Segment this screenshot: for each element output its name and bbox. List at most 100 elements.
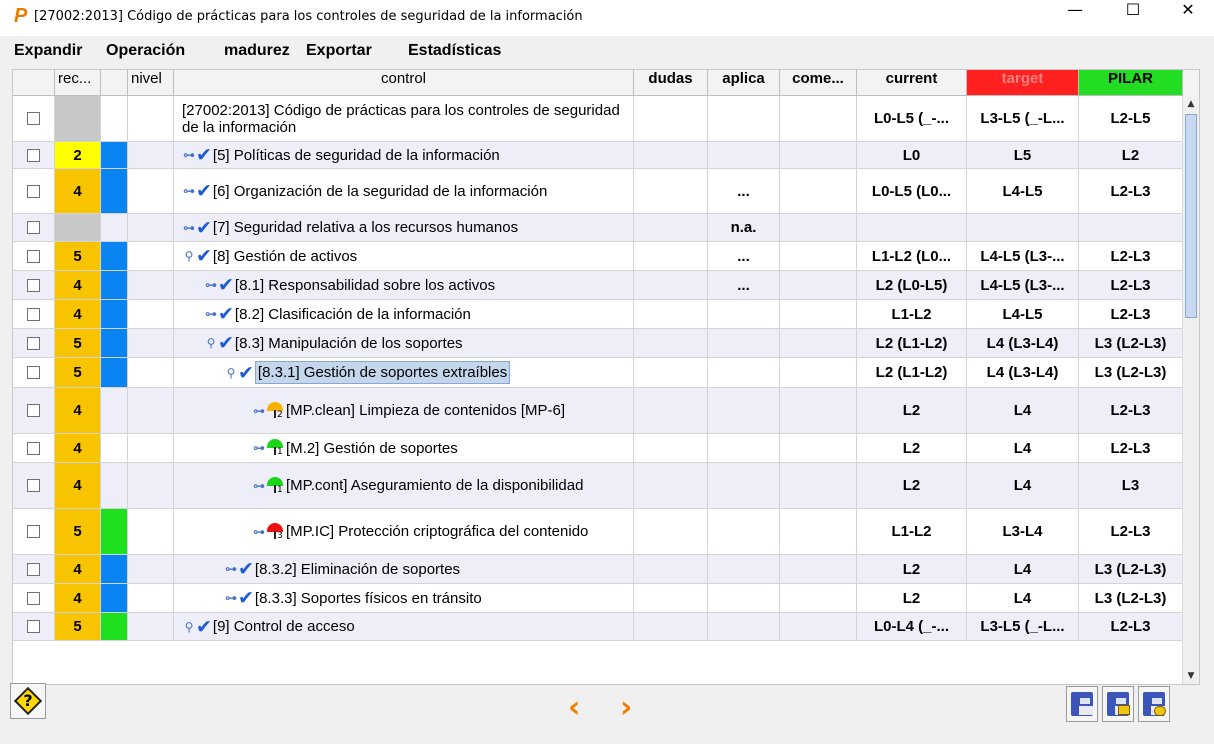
control-cell[interactable]: ⊶ 1 [M.2] Gestión de soportes	[174, 434, 634, 463]
target-cell[interactable]: L3-L5 (_-L...	[967, 613, 1079, 641]
minimize-button[interactable]: —	[1052, 0, 1098, 34]
row-checkbox-cell[interactable]	[13, 142, 55, 169]
table-row[interactable]: 4 ⊶ ✔ [8.2] Clasificación de la información…	[13, 300, 1199, 329]
expand-node-icon[interactable]: ⊶	[252, 479, 266, 493]
dudas-cell[interactable]	[634, 388, 708, 434]
comentarios-cell[interactable]	[780, 242, 857, 271]
table-row[interactable]: 5 ⚲ ✔ [8.3] Manipulación de los soportes L2 …	[13, 329, 1199, 358]
expand-node-icon[interactable]: ⊶	[224, 562, 238, 576]
comentarios-cell[interactable]	[780, 358, 857, 388]
comentarios-cell[interactable]	[780, 169, 857, 214]
pilar-cell[interactable]: L2-L3	[1079, 300, 1183, 329]
dudas-cell[interactable]	[634, 96, 708, 142]
scroll-down-arrow-icon[interactable]: ▼	[1183, 668, 1199, 684]
table-row[interactable]: 4 ⊶ 1 [M.2] Gestión de soportes L2 L4 L2-L3	[13, 434, 1199, 463]
row-checkbox-cell[interactable]	[13, 96, 55, 142]
target-cell[interactable]: L3-L4	[967, 509, 1079, 555]
dudas-cell[interactable]	[634, 242, 708, 271]
current-cell[interactable]: L1-L2	[857, 509, 967, 555]
row-checkbox[interactable]	[27, 148, 40, 162]
header-dudas[interactable]: dudas	[634, 70, 708, 96]
dudas-cell[interactable]	[634, 169, 708, 214]
dudas-cell[interactable]	[634, 214, 708, 242]
pilar-cell[interactable]: L2-L3	[1079, 434, 1183, 463]
header-target[interactable]: target	[967, 70, 1079, 96]
next-arrow-icon[interactable]: ›	[620, 690, 632, 725]
aplica-cell[interactable]: ...	[708, 242, 780, 271]
expand-node-icon[interactable]: ⊶	[224, 591, 238, 605]
aplica-cell[interactable]	[708, 358, 780, 388]
row-checkbox-cell[interactable]	[13, 300, 55, 329]
maximize-button[interactable]: ☐	[1110, 0, 1156, 34]
expand-node-icon[interactable]: ⊶	[252, 404, 266, 418]
dudas-cell[interactable]	[634, 463, 708, 509]
header-rec[interactable]: rec...	[55, 70, 101, 96]
menu-madurez[interactable]: madurez	[224, 42, 290, 60]
row-checkbox-cell[interactable]	[13, 509, 55, 555]
row-checkbox[interactable]	[27, 562, 40, 576]
control-cell[interactable]: ⊶ 3 [MP.IC] Protección criptográfica del c…	[174, 509, 634, 555]
aplica-cell[interactable]: ...	[708, 169, 780, 214]
menu-operacion[interactable]: Operación	[106, 42, 185, 60]
dudas-cell[interactable]	[634, 555, 708, 584]
control-cell[interactable]: ⚲ ✔ [8.3] Manipulación de los soportes	[174, 329, 634, 358]
pilar-cell[interactable]: L2-L3	[1079, 271, 1183, 300]
current-cell[interactable]: L1-L2	[857, 300, 967, 329]
current-cell[interactable]: L2	[857, 434, 967, 463]
header-pilar[interactable]: PILAR	[1079, 70, 1183, 96]
pilar-cell[interactable]: L2-L3	[1079, 242, 1183, 271]
aplica-cell[interactable]	[708, 300, 780, 329]
comentarios-cell[interactable]	[780, 96, 857, 142]
current-cell[interactable]: L0-L5 (_-...	[857, 96, 967, 142]
dudas-cell[interactable]	[634, 300, 708, 329]
target-cell[interactable]	[967, 214, 1079, 242]
row-checkbox[interactable]	[27, 278, 40, 292]
pilar-cell[interactable]: L3 (L2-L3)	[1079, 555, 1183, 584]
comentarios-cell[interactable]	[780, 463, 857, 509]
table-row[interactable]: 4 ⊶ ✔ [8.1] Responsabilidad sobre los activ…	[13, 271, 1199, 300]
header-aplica[interactable]: aplica	[708, 70, 780, 96]
current-cell[interactable]: L0-L5 (L0...	[857, 169, 967, 214]
expand-node-icon[interactable]: ⊶	[252, 441, 266, 455]
table-row[interactable]: 2 ⊶ ✔ [5] Políticas de seguridad de la info…	[13, 142, 1199, 169]
row-checkbox-cell[interactable]	[13, 242, 55, 271]
control-cell[interactable]: ⊶ ✔ [7] Seguridad relativa a los recursos …	[174, 214, 634, 242]
row-checkbox-cell[interactable]	[13, 169, 55, 214]
table-row[interactable]: 5 ⚲ ✔ [8.3.1] Gestión de soportes extraíble…	[13, 358, 1199, 388]
row-checkbox-cell[interactable]	[13, 358, 55, 388]
expand-node-icon[interactable]: ⊶	[252, 525, 266, 539]
row-checkbox[interactable]	[27, 112, 40, 125]
header-control[interactable]: control	[174, 70, 634, 96]
header-current[interactable]: current	[857, 70, 967, 96]
pilar-cell[interactable]: L3 (L2-L3)	[1079, 358, 1183, 388]
row-checkbox[interactable]	[27, 591, 40, 605]
row-checkbox[interactable]	[27, 184, 40, 198]
table-row[interactable]: [27002:2013] Código de prácticas para lo…	[13, 96, 1199, 142]
row-checkbox-cell[interactable]	[13, 584, 55, 613]
save-as-button[interactable]	[1102, 686, 1134, 722]
close-button[interactable]: ✕	[1165, 0, 1211, 34]
aplica-cell[interactable]: n.a.	[708, 214, 780, 242]
control-cell[interactable]: ⊶ ✔ [8.3.2] Eliminación de soportes	[174, 555, 634, 584]
comentarios-cell[interactable]	[780, 509, 857, 555]
table-row[interactable]: 4 ⊶ 1 [MP.cont] Aseguramiento de la disponi…	[13, 463, 1199, 509]
header-comentarios[interactable]: come...	[780, 70, 857, 96]
row-checkbox[interactable]	[27, 221, 40, 234]
control-cell[interactable]: ⚲ ✔ [8.3.1] Gestión de soportes extraíbles	[174, 358, 634, 388]
expand-node-icon[interactable]: ⊶	[182, 221, 196, 235]
table-row[interactable]: 5 ⚲ ✔ [9] Control de acceso L0-L4 (_-... L3-L…	[13, 613, 1199, 641]
row-checkbox[interactable]	[27, 404, 40, 417]
row-checkbox-cell[interactable]	[13, 613, 55, 641]
table-row[interactable]: ⊶ ✔ [7] Seguridad relativa a los recursos …	[13, 214, 1199, 242]
pilar-cell[interactable]: L3 (L2-L3)	[1079, 329, 1183, 358]
current-cell[interactable]: L2	[857, 388, 967, 434]
row-checkbox-cell[interactable]	[13, 388, 55, 434]
table-row[interactable]: 4 ⊶ ✔ [8.3.3] Soportes físicos en tránsito L…	[13, 584, 1199, 613]
row-checkbox[interactable]	[27, 525, 40, 538]
aplica-cell[interactable]	[708, 613, 780, 641]
aplica-cell[interactable]	[708, 463, 780, 509]
target-cell[interactable]: L3-L5 (_-L...	[967, 96, 1079, 142]
target-cell[interactable]: L4	[967, 388, 1079, 434]
pilar-cell[interactable]: L2-L3	[1079, 388, 1183, 434]
current-cell[interactable]: L2 (L1-L2)	[857, 358, 967, 388]
